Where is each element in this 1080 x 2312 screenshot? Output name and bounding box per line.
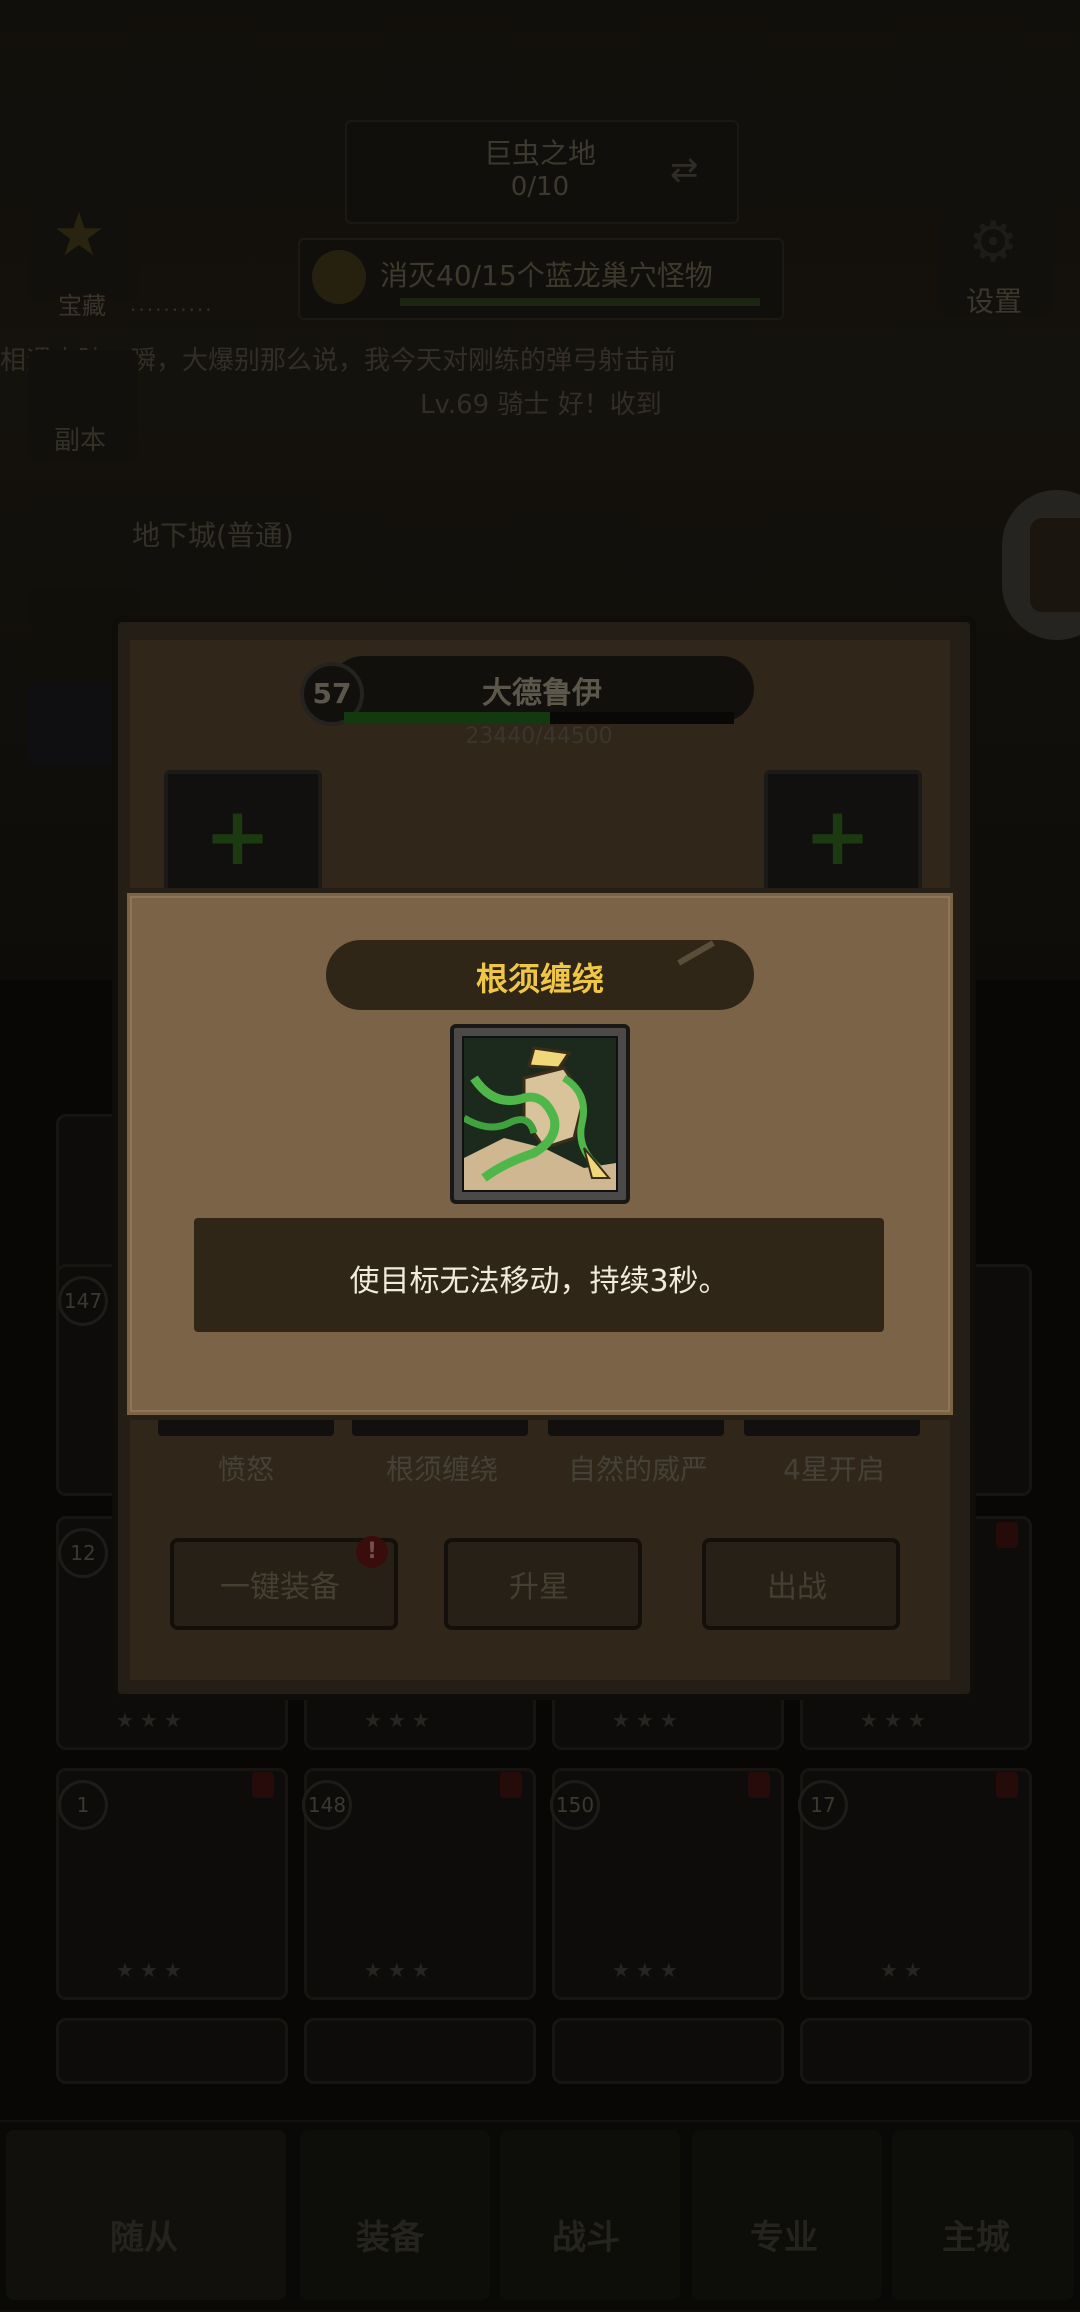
skill-description: 使目标无法移动，持续3秒。 [349,1264,729,1299]
skill-title: 根须缠绕 [475,960,604,998]
root-entangle-icon-art [462,1038,616,1190]
root-entangle-icon [462,1036,618,1192]
